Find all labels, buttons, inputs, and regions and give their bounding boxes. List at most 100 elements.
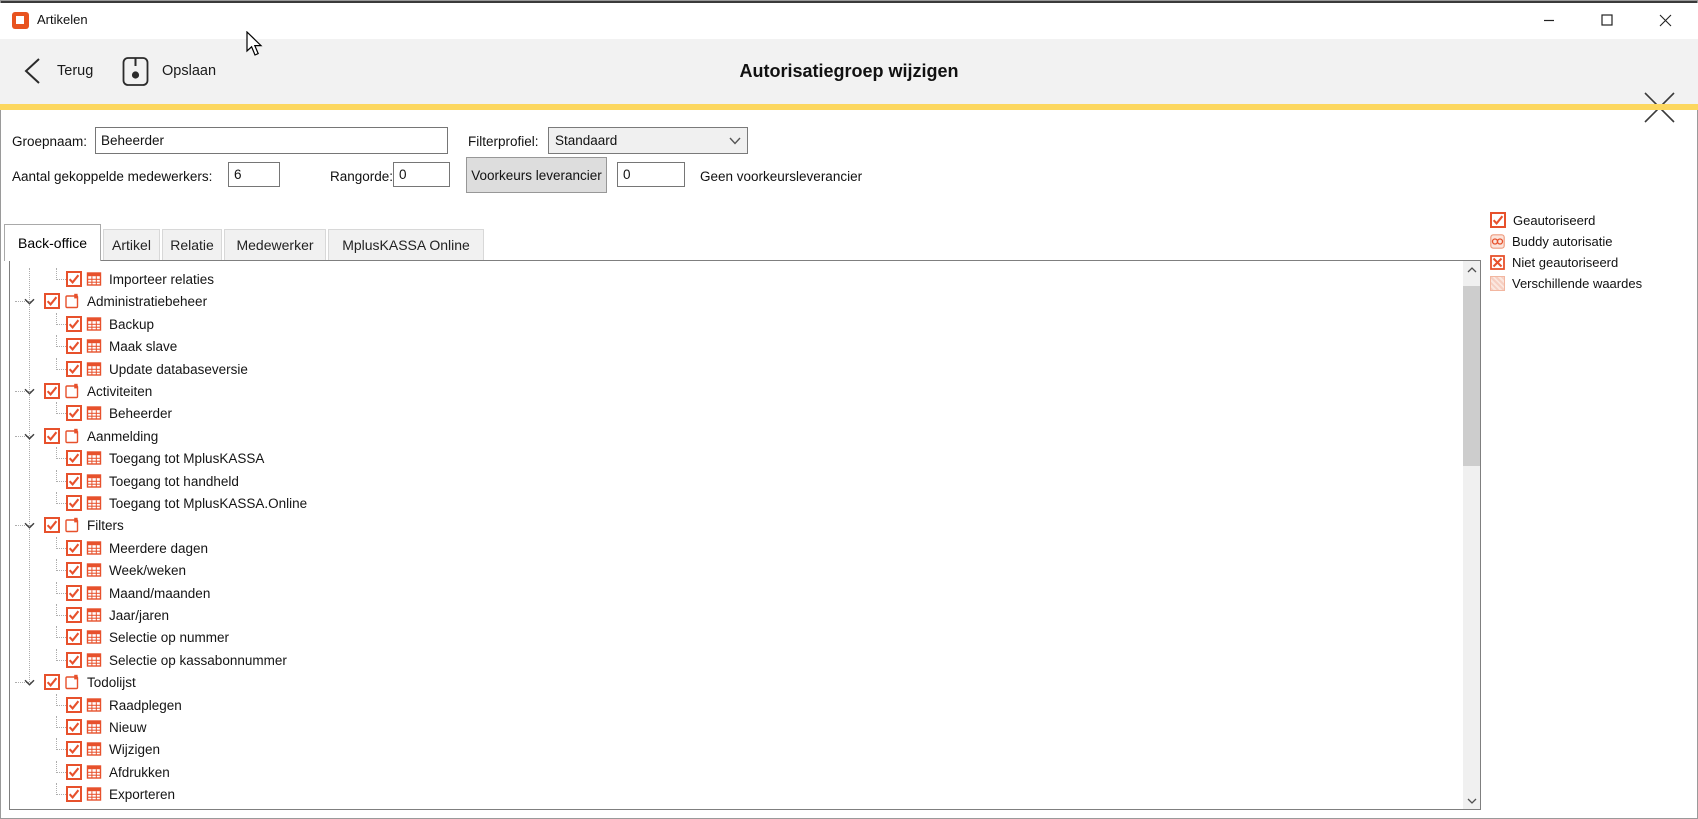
maximize-icon (1601, 14, 1613, 26)
checkbox-checked-icon[interactable] (44, 674, 60, 690)
tree-row[interactable]: Jaar/jaren (66, 604, 169, 626)
tab-medewerker[interactable]: Medewerker (224, 229, 326, 261)
tree-guide (56, 604, 66, 616)
maximize-button[interactable] (1584, 3, 1630, 37)
chevron-down-icon[interactable] (24, 298, 35, 305)
tree-item-label: Toegang tot MplusKASSA (109, 451, 264, 466)
checkbox-checked-icon[interactable] (66, 607, 82, 623)
tree-row[interactable]: Selectie op kassabonnummer (66, 649, 287, 671)
chevron-up-icon (1467, 267, 1477, 273)
checkbox-checked-icon[interactable] (66, 652, 82, 668)
checkbox-checked-icon[interactable] (66, 719, 82, 735)
chevron-down-icon[interactable] (24, 522, 35, 529)
mixed-values-icon (1490, 276, 1505, 291)
filterprofiel-select[interactable]: Standaard (548, 127, 748, 154)
tree-row[interactable]: Wijzigen (66, 738, 160, 760)
save-button[interactable]: Opslaan (122, 49, 216, 93)
tab-mpluskassa-online[interactable]: MplusKASSA Online (328, 229, 484, 261)
buddy-icon (1490, 234, 1505, 249)
tree-row[interactable]: Update databaseversie (66, 358, 248, 380)
tree-row[interactable]: Aanmelding (24, 425, 158, 447)
legend-item: Verschillende waardes (1490, 274, 1642, 292)
checkbox-checked-icon[interactable] (66, 764, 82, 780)
chevron-down-icon[interactable] (24, 679, 35, 686)
tree-row[interactable]: Selectie op nummer (66, 626, 229, 648)
chevron-down-icon[interactable] (24, 388, 35, 395)
checkbox-checked-icon[interactable] (66, 271, 82, 287)
tree-item-label: Backup (109, 317, 154, 332)
tree-guide (56, 649, 66, 661)
tree-row[interactable]: Week/weken (66, 559, 186, 581)
tree-guide (56, 402, 66, 414)
tree-guide (56, 537, 66, 549)
voorkeurs-leverancier-button[interactable]: Voorkeurs leverancier (466, 157, 607, 193)
checkbox-checked-icon[interactable] (66, 361, 82, 377)
legend-item: Geautoriseerd (1490, 211, 1595, 229)
tab-relatie[interactable]: Relatie (162, 229, 222, 261)
vertical-scrollbar[interactable] (1463, 261, 1480, 809)
not-authorized-icon (1490, 255, 1505, 270)
table-icon (86, 629, 102, 645)
save-button-label: Opslaan (162, 63, 216, 79)
scroll-thumb[interactable] (1463, 286, 1480, 466)
tree-guide (56, 694, 66, 706)
scroll-down-button[interactable] (1463, 792, 1480, 809)
form-icon (64, 383, 80, 399)
minimize-button[interactable] (1526, 3, 1572, 37)
tab-label: Relatie (170, 237, 214, 253)
tree-row[interactable]: Meerdere dagen (66, 537, 208, 559)
checkbox-checked-icon[interactable] (44, 428, 60, 444)
checkbox-checked-icon[interactable] (66, 316, 82, 332)
checkbox-checked-icon[interactable] (66, 495, 82, 511)
tree-item-label: Week/weken (109, 563, 186, 578)
tree-row[interactable]: Todolijst (24, 671, 136, 693)
tree-row[interactable]: Toegang tot MplusKASSA.Online (66, 492, 307, 514)
tree-row[interactable]: Administratiebeheer (24, 290, 207, 312)
tree-row[interactable]: Beheerder (66, 402, 172, 424)
groepnaam-input[interactable] (95, 127, 448, 154)
tree-row[interactable]: Exporteren (66, 783, 175, 805)
voorkeurs-input[interactable] (617, 162, 685, 187)
tree-row[interactable]: Activiteiten (24, 380, 152, 402)
checkbox-checked-icon[interactable] (66, 741, 82, 757)
rangorde-input[interactable] (393, 162, 450, 187)
checkbox-checked-icon[interactable] (66, 540, 82, 556)
filterprofiel-label: Filterprofiel: (468, 134, 539, 149)
checkbox-checked-icon[interactable] (44, 293, 60, 309)
tab-artikel[interactable]: Artikel (103, 229, 160, 261)
scroll-up-button[interactable] (1463, 261, 1480, 278)
checkbox-checked-icon[interactable] (66, 338, 82, 354)
tree-guide (56, 716, 66, 728)
tree-item-label: Exporteren (109, 787, 175, 802)
tree-row[interactable]: Afdrukken (66, 761, 170, 783)
checkbox-checked-icon[interactable] (44, 517, 60, 533)
tree-row[interactable]: Toegang tot handheld (66, 470, 239, 492)
checkbox-checked-icon[interactable] (66, 585, 82, 601)
checkbox-checked-icon[interactable] (66, 697, 82, 713)
tree-row[interactable]: Maand/maanden (66, 582, 210, 604)
tree-item-label: Filters (87, 518, 124, 533)
checkbox-checked-icon[interactable] (66, 473, 82, 489)
tree-item-label: Toegang tot handheld (109, 474, 239, 489)
chevron-down-icon (729, 137, 741, 145)
tree-row[interactable]: Backup (66, 313, 154, 335)
chevron-down-icon[interactable] (24, 433, 35, 440)
tree-row[interactable]: Toegang tot MplusKASSA (66, 447, 264, 469)
tab-back-office[interactable]: Back-office (4, 224, 101, 261)
tree-row[interactable]: Filters (24, 514, 124, 536)
checkbox-checked-icon[interactable] (66, 629, 82, 645)
checkbox-checked-icon[interactable] (66, 450, 82, 466)
tree-row[interactable]: Importeer relaties (66, 268, 214, 290)
checkbox-checked-icon[interactable] (44, 383, 60, 399)
form-icon (64, 674, 80, 690)
checkbox-checked-icon[interactable] (66, 562, 82, 578)
back-button[interactable]: Terug (24, 51, 93, 91)
tree-row[interactable]: Raadplegen (66, 694, 182, 716)
aantal-input[interactable] (228, 162, 280, 187)
checkbox-checked-icon[interactable] (66, 405, 82, 421)
close-button[interactable] (1642, 3, 1688, 37)
tree-row[interactable]: Nieuw (66, 716, 147, 738)
tree-item-label: Maand/maanden (109, 586, 210, 601)
tree-row[interactable]: Maak slave (66, 335, 177, 357)
checkbox-checked-icon[interactable] (66, 786, 82, 802)
